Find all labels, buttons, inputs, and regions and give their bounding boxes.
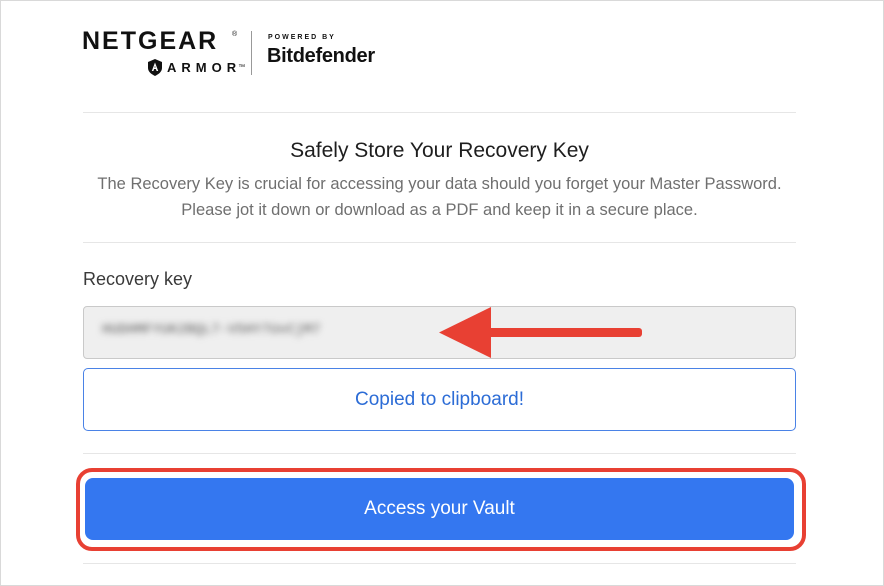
divider-top: [83, 112, 796, 113]
logo-divider: [251, 31, 252, 75]
netgear-trademark: ®: [232, 31, 238, 38]
divider-footer: [83, 563, 796, 564]
page-title: Safely Store Your Recovery Key: [290, 139, 589, 162]
recovery-key-value: HUDHMFYUK2BQL7-V5HY7UvCjM7: [102, 322, 321, 338]
recovery-key-page: NETGEAR ® ARMOR ™ POWERED BY Bitdefender…: [0, 0, 884, 586]
access-vault-button[interactable]: Access your Vault: [85, 478, 794, 540]
netgear-wordmark: NETGEAR: [82, 27, 219, 55]
armor-trademark: ™: [238, 63, 246, 71]
armor-row: ARMOR ™: [148, 58, 245, 76]
copy-to-clipboard-button[interactable]: Copied to clipboard!: [83, 368, 796, 431]
armor-wordmark: ARMOR: [167, 59, 242, 75]
divider-bottom: [83, 453, 796, 454]
armor-shield-icon: [148, 58, 162, 76]
powered-by-label: POWERED BY: [268, 34, 336, 41]
red-arrow-annotation-icon: [439, 307, 642, 358]
page-description: The Recovery Key is crucial for accessin…: [97, 175, 782, 219]
bitdefender-wordmark: Bitdefender: [267, 45, 375, 67]
divider-middle: [83, 242, 796, 243]
recovery-key-label: Recovery key: [83, 269, 193, 289]
